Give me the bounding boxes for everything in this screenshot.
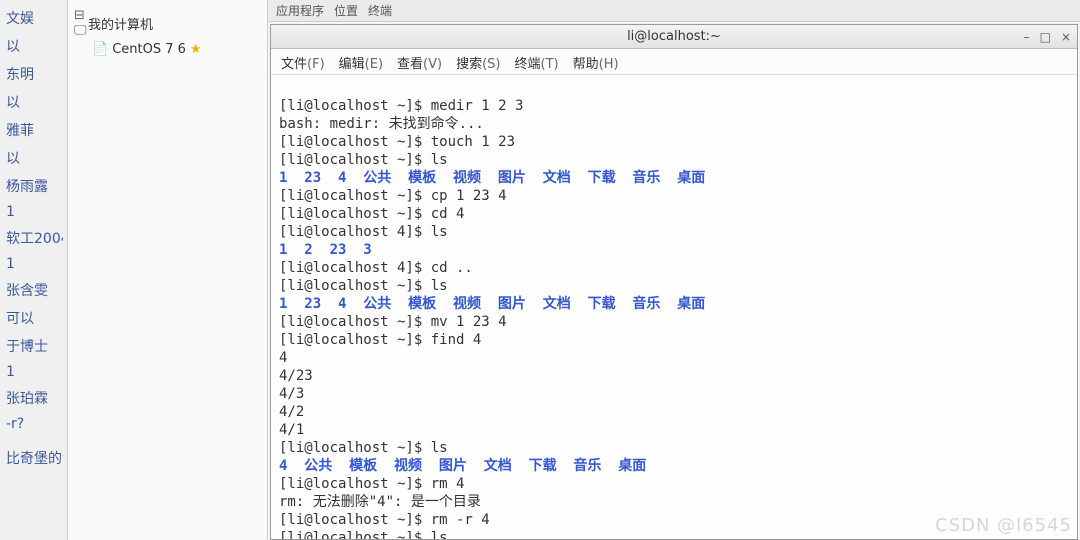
list-item[interactable]: 软工2004: [4, 224, 63, 252]
terminal-menubar: 文件(F) 编辑(E) 查看(V) 搜索(S) 终端(T) 帮助(H): [271, 49, 1077, 75]
list-item[interactable]: 雅菲: [4, 116, 63, 144]
menu-applications[interactable]: 应用程序: [276, 2, 324, 19]
terminal-output[interactable]: [li@localhost ~]$ medir 1 2 3 bash: medi…: [271, 75, 1077, 539]
term-ls-output: 1 2 23 3: [279, 242, 372, 258]
term-line: bash: medir: 未找到命令...: [279, 116, 484, 132]
collapse-icon[interactable]: ⊟ 🖵: [74, 8, 84, 38]
list-item[interactable]: 1: [4, 360, 63, 384]
term-line: 4: [279, 350, 287, 366]
menu-terminal[interactable]: 终端: [368, 2, 392, 19]
close-button[interactable]: ×: [1061, 30, 1071, 44]
menu-view[interactable]: 查看(V): [397, 53, 442, 70]
menu-edit[interactable]: 编辑(E): [339, 53, 383, 70]
list-item[interactable]: 文娱: [4, 4, 63, 32]
tree-vm-centos[interactable]: 📄 CentOS 7 6 ★: [74, 40, 261, 59]
list-item[interactable]: 以: [4, 88, 63, 116]
term-line: [li@localhost 4]$ cd ..: [279, 260, 473, 276]
list-item[interactable]: 张珀霖: [4, 384, 63, 412]
term-line: [li@localhost ~]$ ls: [279, 278, 448, 294]
list-item[interactable]: 可以: [4, 304, 63, 332]
term-line: 4/3: [279, 386, 304, 402]
list-item[interactable]: 1: [4, 252, 63, 276]
term-line: 4/23: [279, 368, 313, 384]
term-line: [li@localhost ~]$ rm 4: [279, 476, 464, 492]
term-line: [li@localhost ~]$ find 4: [279, 332, 481, 348]
favorite-star-icon[interactable]: ★: [190, 42, 202, 57]
term-line: [li@localhost 4]$ ls: [279, 224, 448, 240]
vm-tree-panel: ⊟ 🖵 我的计算机 📄 CentOS 7 6 ★: [68, 0, 268, 540]
list-item[interactable]: [4, 436, 63, 444]
term-line: [li@localhost ~]$ cd 4: [279, 206, 464, 222]
menu-places[interactable]: 位置: [334, 2, 358, 19]
tree-root-my-computer[interactable]: ⊟ 🖵 我的计算机: [74, 6, 261, 40]
term-line: 4/2: [279, 404, 304, 420]
buddy-list-panel: 文娱 以 东明 以 雅菲 以 杨雨露 1 软工2004 1 张含雯 可以 于博士…: [0, 0, 68, 540]
term-line: [li@localhost ~]$ ls: [279, 530, 448, 539]
list-item[interactable]: -r?: [4, 412, 63, 436]
list-item[interactable]: 杨雨露: [4, 172, 63, 200]
term-line: [li@localhost ~]$ cp 1 23 4: [279, 188, 507, 204]
maximize-button[interactable]: □: [1040, 30, 1051, 44]
term-line: [li@localhost ~]$ ls: [279, 440, 448, 456]
term-line: [li@localhost ~]$ medir 1 2 3: [279, 98, 523, 114]
menu-help[interactable]: 帮助(H): [573, 53, 619, 70]
menu-search[interactable]: 搜索(S): [456, 53, 500, 70]
watermark: CSDN @l6545: [935, 515, 1072, 536]
window-titlebar[interactable]: li@localhost:~ – □ ×: [271, 25, 1077, 49]
gnome-top-bar: 应用程序 位置 终端: [268, 0, 1080, 22]
guest-display-area: 应用程序 位置 终端 li@localhost:~ – □ × 文件(F) 编辑…: [268, 0, 1080, 540]
list-item[interactable]: 于博士: [4, 332, 63, 360]
term-ls-output: 1 23 4 公共 模板 视频 图片 文档 下载 音乐 桌面: [279, 296, 705, 312]
term-ls-output: 1 23 4 公共 模板 视频 图片 文档 下载 音乐 桌面: [279, 170, 705, 186]
term-line: rm: 无法删除"4": 是一个目录: [279, 494, 481, 510]
minimize-button[interactable]: –: [1024, 30, 1030, 44]
window-title: li@localhost:~: [627, 29, 721, 44]
term-line: [li@localhost ~]$ rm -r 4: [279, 512, 490, 528]
list-item[interactable]: 张含雯: [4, 276, 63, 304]
term-ls-output: 4 公共 模板 视频 图片 文档 下载 音乐 桌面: [279, 458, 646, 474]
terminal-window: li@localhost:~ – □ × 文件(F) 编辑(E) 查看(V) 搜…: [270, 24, 1078, 540]
list-item[interactable]: 以: [4, 144, 63, 172]
menu-file[interactable]: 文件(F): [281, 53, 325, 70]
list-item[interactable]: 比奇堡的派: [4, 444, 63, 472]
list-item[interactable]: 以: [4, 32, 63, 60]
tree-root-label: 我的计算机: [88, 14, 153, 33]
vm-label: CentOS 7 6: [112, 42, 186, 57]
term-line: 4/1: [279, 422, 304, 438]
menu-terminal[interactable]: 终端(T): [515, 53, 559, 70]
term-line: [li@localhost ~]$ ls: [279, 152, 448, 168]
term-line: [li@localhost ~]$ mv 1 23 4: [279, 314, 507, 330]
vm-icon: 📄: [92, 42, 108, 57]
list-item[interactable]: 东明: [4, 60, 63, 88]
term-line: [li@localhost ~]$ touch 1 23: [279, 134, 515, 150]
list-item[interactable]: 1: [4, 200, 63, 224]
